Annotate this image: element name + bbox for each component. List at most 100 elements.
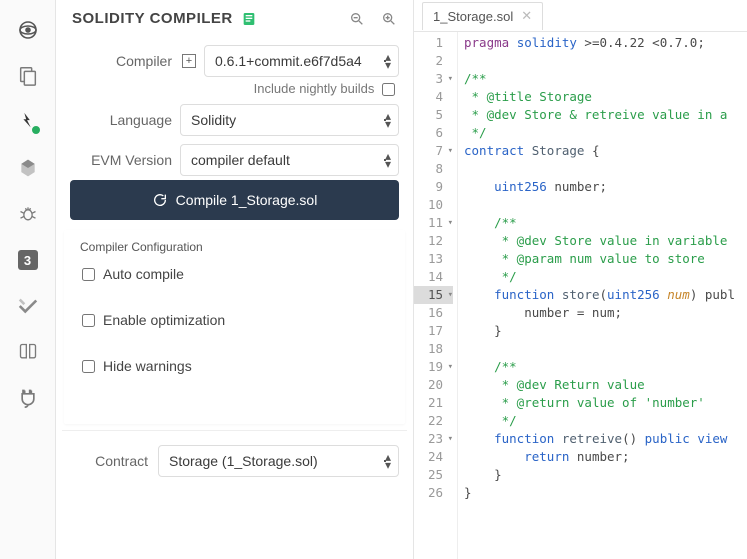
auto-compile-checkbox[interactable]	[82, 268, 95, 281]
contract-label: Contract	[70, 453, 148, 469]
enable-opt-label: Enable optimization	[103, 312, 225, 328]
panel-title: SOLIDITY COMPILER	[72, 10, 233, 27]
refresh-icon	[152, 192, 168, 208]
panel-header: SOLIDITY COMPILER	[56, 0, 413, 33]
compiler-icon[interactable]	[16, 110, 40, 134]
code-line[interactable]: * @return value of 'number'	[464, 394, 747, 412]
code-line[interactable]: */	[464, 412, 747, 430]
debugger-icon[interactable]	[16, 202, 40, 226]
line-number: 24	[414, 448, 453, 466]
nightly-row: Include nightly builds	[62, 81, 407, 96]
nightly-label: Include nightly builds	[254, 81, 375, 96]
code-line[interactable]: */	[464, 268, 747, 286]
code-line[interactable]: * @dev Store & retreive value in a	[464, 106, 747, 124]
code-line[interactable]	[464, 196, 747, 214]
contract-select[interactable]: Storage (1_Storage.sol)	[158, 445, 399, 477]
analysis-icon[interactable]: 3	[16, 248, 40, 272]
compiler-panel: SOLIDITY COMPILER Compiler + 0.6.1+commi…	[56, 0, 414, 559]
code-line[interactable]: /**	[464, 214, 747, 232]
code-line[interactable]: return number;	[464, 448, 747, 466]
auto-compile-row[interactable]: Auto compile	[82, 266, 389, 282]
compile-button[interactable]: Compile 1_Storage.sol	[70, 180, 399, 220]
line-number: 23	[414, 430, 453, 448]
enable-opt-row[interactable]: Enable optimization	[82, 312, 389, 328]
zoom-in-icon[interactable]	[377, 11, 401, 27]
nightly-checkbox[interactable]	[382, 83, 395, 96]
line-number: 12	[414, 232, 453, 250]
editor-area: 1_Storage.sol ✕ 123456789101112131415161…	[414, 0, 747, 559]
code-line[interactable]: uint256 number;	[464, 178, 747, 196]
line-number: 17	[414, 322, 453, 340]
hide-warn-checkbox[interactable]	[82, 360, 95, 373]
file-explorer-icon[interactable]	[16, 64, 40, 88]
line-number: 20	[414, 376, 453, 394]
compiler-label: Compiler	[70, 53, 172, 69]
contract-row: Contract Storage (1_Storage.sol) ▴▾	[62, 430, 407, 485]
hide-warn-row[interactable]: Hide warnings	[82, 358, 389, 374]
line-number: 5	[414, 106, 453, 124]
plugin-icon[interactable]	[16, 386, 40, 410]
code-editor[interactable]: 1234567891011121314151617181920212223242…	[414, 32, 747, 559]
line-number: 15	[414, 286, 453, 304]
code-line[interactable]: function retreive() public view	[464, 430, 747, 448]
line-number: 10	[414, 196, 453, 214]
code-line[interactable]: /**	[464, 358, 747, 376]
code-line[interactable]: number = num;	[464, 304, 747, 322]
line-number: 6	[414, 124, 453, 142]
line-number: 14	[414, 268, 453, 286]
file-tab[interactable]: 1_Storage.sol ✕	[422, 2, 543, 30]
line-number: 18	[414, 340, 453, 358]
evm-select[interactable]: compiler default	[180, 144, 399, 176]
code-line[interactable]: }	[464, 466, 747, 484]
compiler-row: Compiler + 0.6.1+commit.e6f7d5a4 ▴▾	[70, 45, 399, 77]
line-number: 16	[414, 304, 453, 322]
editor-tabbar: 1_Storage.sol ✕	[414, 0, 747, 32]
line-number: 21	[414, 394, 453, 412]
compile-button-label: Compile 1_Storage.sol	[176, 192, 318, 208]
solidity-check-icon[interactable]	[16, 294, 40, 318]
code-line[interactable]: */	[464, 124, 747, 142]
compile-success-badge	[30, 124, 42, 136]
documentation-icon[interactable]	[16, 340, 40, 364]
code-line[interactable]	[464, 340, 747, 358]
line-number: 2	[414, 52, 453, 70]
line-number: 4	[414, 88, 453, 106]
app-iconbar: 3	[0, 0, 56, 559]
compiler-select[interactable]: 0.6.1+commit.e6f7d5a4	[204, 45, 399, 77]
config-heading: Compiler Configuration	[80, 240, 389, 254]
code-line[interactable]	[464, 160, 747, 178]
evm-label: EVM Version	[70, 152, 172, 168]
close-tab-icon[interactable]: ✕	[519, 8, 534, 24]
code-line[interactable]	[464, 52, 747, 70]
code-line[interactable]: * @param num value to store	[464, 250, 747, 268]
remix-logo-icon[interactable]	[16, 18, 40, 42]
line-number: 1	[414, 34, 453, 52]
code-line[interactable]: pragma solidity >=0.4.22 <0.7.0;	[464, 34, 747, 52]
add-compiler-icon[interactable]: +	[182, 54, 196, 68]
code-line[interactable]: * @title Storage	[464, 88, 747, 106]
code-line[interactable]: * @dev Return value	[464, 376, 747, 394]
line-number: 7	[414, 142, 453, 160]
code-line[interactable]: * @dev Store value in variable	[464, 232, 747, 250]
enable-opt-checkbox[interactable]	[82, 314, 95, 327]
code-line[interactable]: contract Storage {	[464, 142, 747, 160]
docs-link-icon[interactable]	[241, 11, 257, 27]
auto-compile-label: Auto compile	[103, 266, 184, 282]
zoom-out-icon[interactable]	[345, 11, 369, 27]
language-select[interactable]: Solidity	[180, 104, 399, 136]
line-number: 19	[414, 358, 453, 376]
code-line[interactable]: /**	[464, 70, 747, 88]
line-number: 8	[414, 160, 453, 178]
code-line[interactable]: }	[464, 484, 747, 502]
file-tab-label: 1_Storage.sol	[433, 9, 513, 24]
deploy-icon[interactable]	[16, 156, 40, 180]
code-line[interactable]: function store(uint256 num) publ	[464, 286, 747, 304]
line-number: 13	[414, 250, 453, 268]
line-number: 9	[414, 178, 453, 196]
code-line[interactable]: }	[464, 322, 747, 340]
code-content[interactable]: pragma solidity >=0.4.22 <0.7.0; /** * @t…	[458, 32, 747, 559]
hide-warn-label: Hide warnings	[103, 358, 192, 374]
line-number: 25	[414, 466, 453, 484]
language-row: Language Solidity ▴▾	[70, 104, 399, 136]
line-number: 22	[414, 412, 453, 430]
